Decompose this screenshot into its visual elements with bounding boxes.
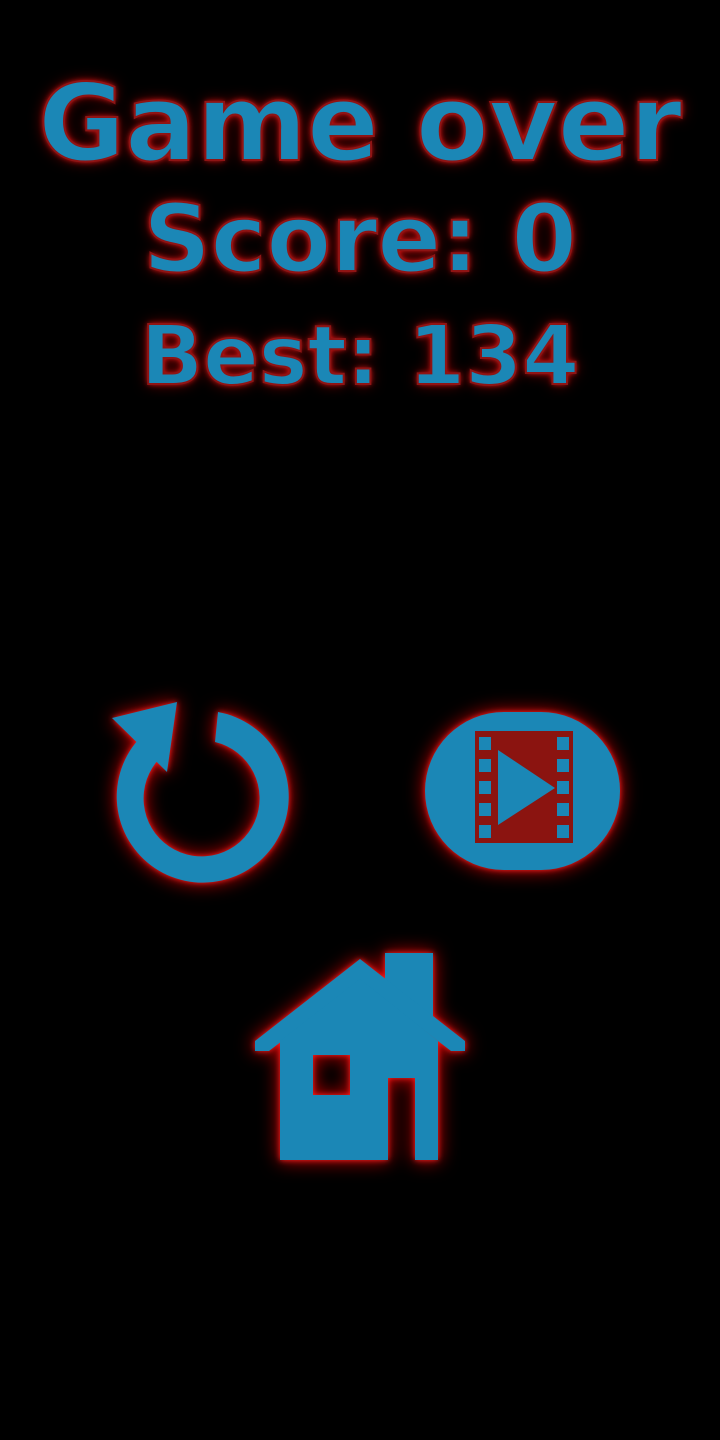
score-text: Score: 0 [142, 184, 578, 295]
game-over-title: Game over [37, 61, 683, 186]
restart-icon [112, 702, 289, 883]
restart-button[interactable] [100, 690, 300, 890]
best-score-text: Best: 134 [140, 308, 581, 405]
home-button[interactable] [245, 945, 475, 1170]
video-play-icon [425, 712, 620, 870]
watch-video-button[interactable] [415, 700, 630, 880]
home-icon [255, 953, 465, 1160]
